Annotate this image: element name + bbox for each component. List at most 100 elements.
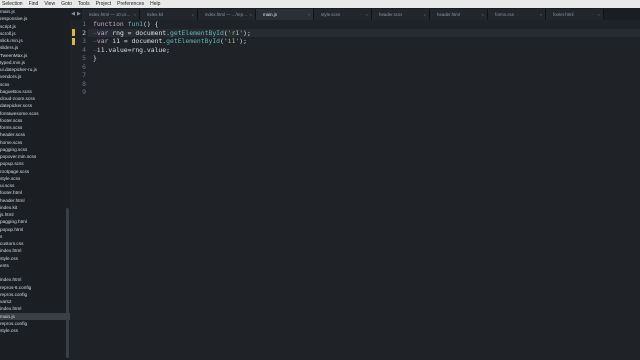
sidebar-file-item[interactable]: vendors.js (0, 73, 70, 80)
chevron-left-icon[interactable]: ◀ (71, 11, 75, 17)
sidebar-file-item[interactable]: fontawesome.scss (0, 110, 70, 117)
sidebar-file-item[interactable]: header.scss (0, 131, 70, 138)
line-number: 3 (82, 37, 86, 45)
sidebar-file-item[interactable]: ents (0, 262, 70, 269)
object-token: document. (135, 28, 170, 37)
close-icon[interactable]: × (598, 12, 600, 17)
tab-label: index.kit (147, 12, 164, 17)
sidebar-file-item[interactable]: repros.config (0, 320, 70, 327)
method-token: getElementById (166, 37, 221, 45)
menu-item-goto[interactable]: Goto (61, 0, 72, 8)
tab-scroll-arrows[interactable]: ◀ ▶ (70, 8, 82, 20)
sidebar-file-item[interactable]: rootpage.scss (0, 168, 70, 175)
line-number: 1 (82, 20, 86, 28)
sidebar-file-item[interactable] (0, 269, 70, 276)
editor-tab[interactable]: header.scss × (372, 9, 430, 20)
code-editor[interactable]: 123456789 function fun1() { —var rng = d… (70, 20, 640, 360)
sidebar-file-item[interactable]: popup.scss (0, 160, 70, 167)
sidebar-file-item[interactable]: sliders.js (0, 44, 70, 51)
tab-label: header.html (437, 12, 460, 17)
editor-tab[interactable]: main.js × (256, 9, 314, 20)
sidebar-file-item[interactable]: ui.datepicker-ru.js (0, 66, 70, 73)
line-number: 5 (82, 54, 86, 62)
menu-item-tools[interactable]: Tools (78, 0, 90, 8)
sidebar-file-item[interactable]: main.js (0, 312, 70, 320)
punctuation-token: () { (143, 20, 159, 28)
menu-bar: Selection Find View Goto Tools Project Prefere… (0, 0, 640, 8)
sidebar-file-item[interactable]: bagueBox.scss (0, 88, 70, 95)
sidebar-file-item[interactable]: style.css (0, 255, 70, 262)
sidebar-file-item[interactable]: header.html (0, 197, 70, 204)
sidebar-file-item[interactable]: typed.min.js (0, 59, 70, 66)
sidebar-file-item[interactable]: cloud-zoom.scss (0, 95, 70, 102)
sidebar-file-item[interactable]: popover.min.scss (0, 153, 70, 160)
sidebar-file-item[interactable]: footer.html (0, 189, 70, 196)
sidebar-file-item[interactable]: pagging.html (0, 218, 70, 225)
line-number: 9 (82, 88, 86, 96)
editor-tab[interactable]: forms.css × (488, 9, 546, 20)
sidebar-file-item[interactable]: responsive.js (0, 15, 70, 22)
menu-item-preferences[interactable]: Preferences (117, 0, 144, 8)
code-line-2: —var rng = document.getElementById('r1')… (93, 29, 251, 38)
close-icon[interactable]: × (424, 12, 426, 17)
sidebar-file-item[interactable]: index.html (0, 305, 70, 312)
close-icon[interactable]: × (134, 12, 136, 17)
line-number-gutter: 123456789 (70, 20, 88, 360)
close-icon[interactable]: × (366, 12, 368, 17)
method-token: getElementById (170, 28, 224, 37)
sidebar-file-item[interactable]: custom.css (0, 240, 70, 247)
editor-tab[interactable]: header.html × (430, 9, 488, 20)
menu-item-project[interactable]: Project (96, 0, 112, 8)
close-icon[interactable]: × (192, 12, 194, 17)
operator-token: = (123, 28, 136, 37)
editor-tab[interactable]: footer.html × (546, 9, 604, 20)
sidebar-file-item[interactable]: vars2 (0, 298, 70, 305)
sidebar-file-item[interactable]: style.css (0, 327, 70, 334)
sidebar-file-item[interactable]: repros-6.config (0, 284, 70, 291)
close-icon[interactable]: × (308, 12, 310, 17)
sidebar-file-item[interactable]: index.kit (0, 204, 70, 211)
sidebar-file-item[interactable]: main.js (0, 8, 70, 15)
sidebar-file-item[interactable]: index.html (0, 276, 70, 283)
close-icon[interactable]: × (250, 12, 252, 17)
sidebar-file-item[interactable]: datepicker.scss (0, 102, 70, 109)
line-number: 8 (82, 79, 86, 88)
menu-item-view[interactable]: View (44, 0, 55, 8)
close-icon[interactable]: × (482, 12, 484, 17)
sidebar-file-item[interactable]: scss (0, 81, 70, 88)
statement-token: i1.value=rng.value; (96, 45, 170, 54)
line-number: 2 (82, 28, 86, 37)
sidebar-file-item[interactable]: slick.min.js (0, 37, 70, 44)
sidebar-file-item[interactable]: repros.config (0, 291, 70, 298)
menu-item-help[interactable]: Help (150, 0, 160, 8)
sidebar-file-item[interactable]: script.js (0, 23, 70, 30)
sidebar-file-item[interactable]: popup.html (0, 226, 70, 233)
sidebar-file-item[interactable]: style.scss (0, 175, 70, 182)
code-line-1: function fun1() { (93, 20, 158, 29)
tab-label: main.js (263, 12, 277, 17)
chevron-right-icon[interactable]: ▶ (77, 11, 81, 17)
editor-tab[interactable]: index.html — 10.css_7.css_1× (82, 9, 140, 20)
line-number: 4 (82, 45, 86, 54)
sidebar-file-item[interactable]: index.html (0, 247, 70, 254)
editor-tab[interactable]: index.kit × (140, 9, 198, 20)
sidebar-file-item[interactable]: s (0, 233, 70, 240)
sidebar-file-item[interactable]: ui.scss (0, 182, 70, 189)
sidebar-file-item[interactable]: footer.scss (0, 117, 70, 124)
editor-tab[interactable]: index.html — .../repervar2 - vars2× (198, 9, 256, 20)
code-line-3: —var i1 = document.getElementById('i1'); (93, 37, 247, 46)
sidebar-scrollbar[interactable] (66, 208, 69, 358)
menu-item-selection[interactable]: Selection (2, 0, 23, 8)
sidebar-file-item[interactable]: forms.scss (0, 124, 70, 131)
sidebar-file-item[interactable]: home.scss (0, 139, 70, 146)
close-icon[interactable]: × (540, 12, 542, 17)
sidebar-file-item[interactable]: TweenMax.js (0, 52, 70, 59)
sidebar-file-tree: main.js responsive.js script.js scroll.js sl… (0, 8, 71, 360)
punctuation-token: ); (239, 37, 247, 45)
sidebar-file-item[interactable]: pagging.scss (0, 146, 70, 153)
menu-item-find[interactable]: Find (29, 0, 39, 8)
sidebar-file-item[interactable]: js.html (0, 211, 70, 218)
editor-tab[interactable]: style.scss × (314, 9, 372, 20)
string-token: 'i1' (223, 37, 240, 45)
sidebar-file-item[interactable]: scroll.js (0, 30, 70, 37)
